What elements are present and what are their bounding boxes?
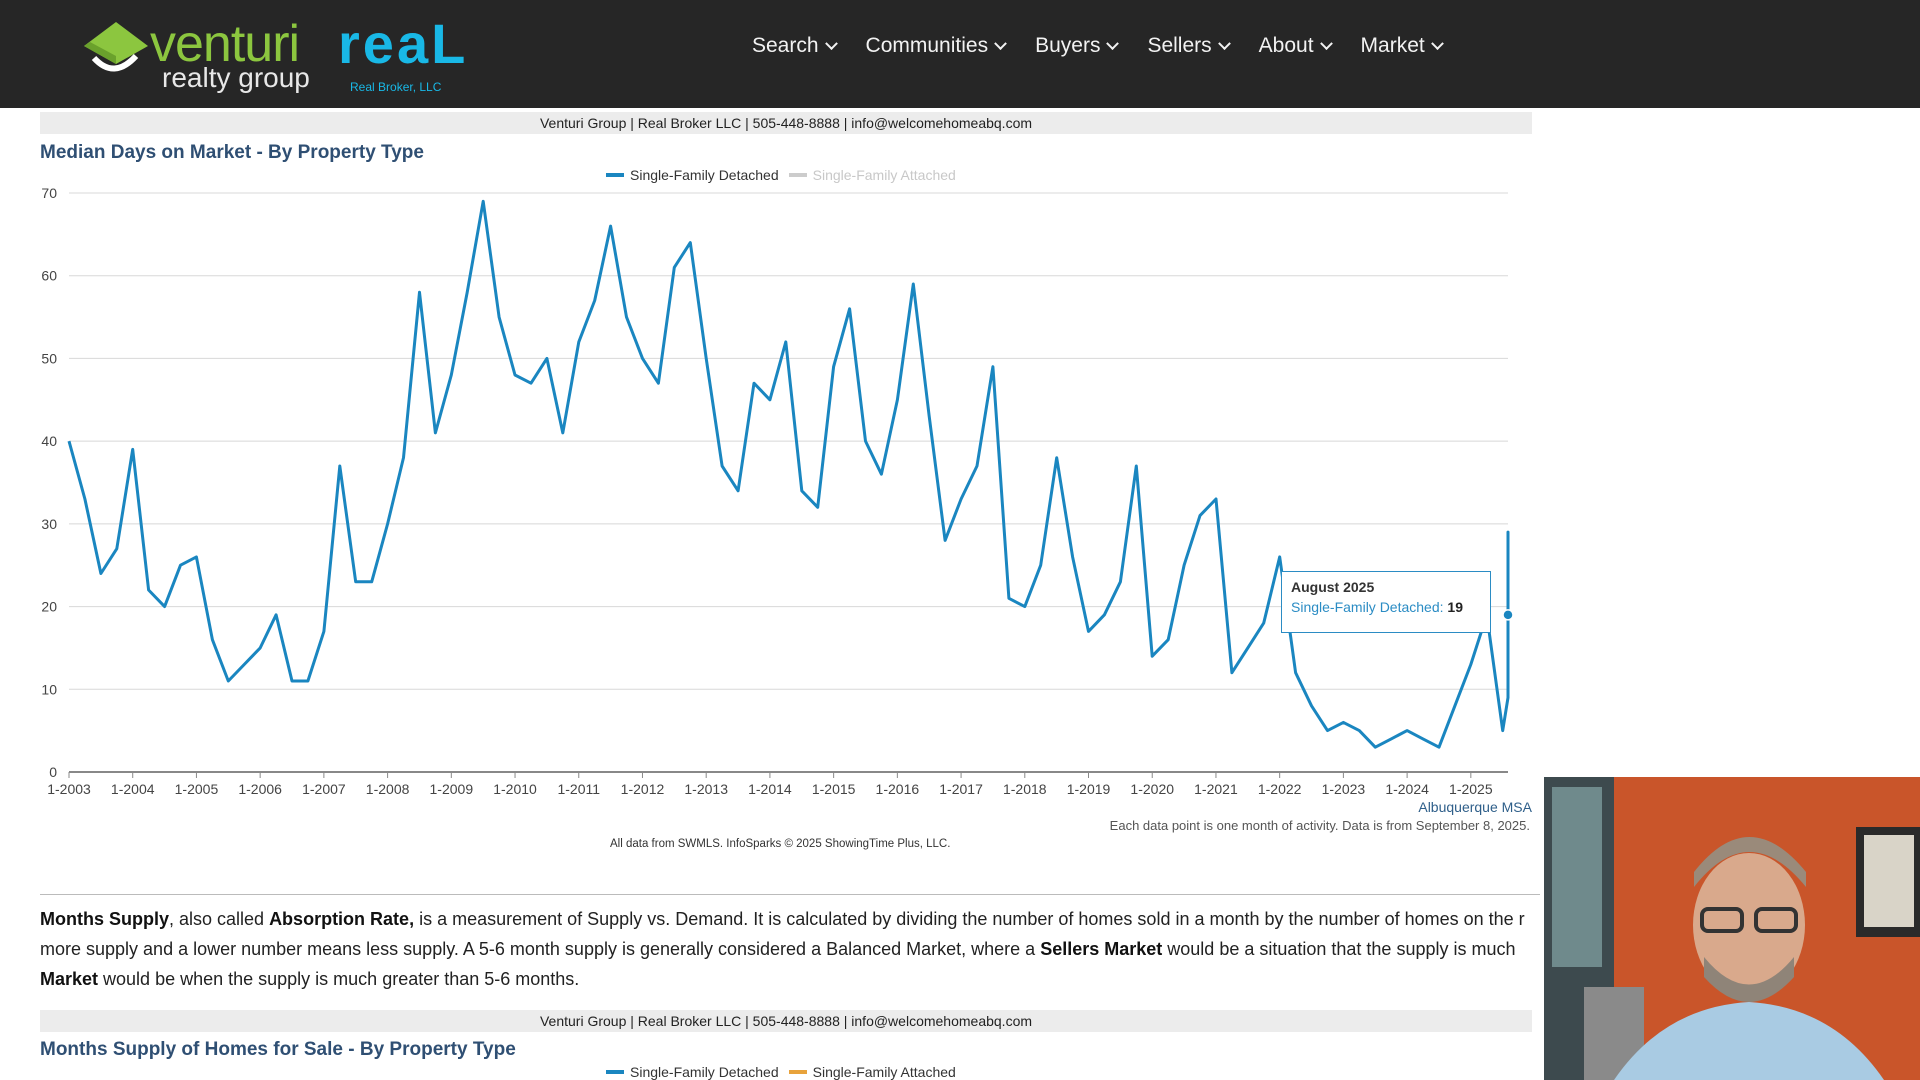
para-text: would be when the supply is much greater… [98,969,580,989]
y-tick-label: 60 [41,268,57,284]
house-logo-icon [84,22,148,72]
x-tick-label: 1-2014 [748,781,792,797]
x-tick-label: 1-2018 [1003,781,1047,797]
legend-swatch [788,1070,807,1074]
nav-search-label: Search [752,34,819,57]
chevron-down-icon [1319,36,1333,50]
x-tick-label: 1-2004 [111,781,155,797]
nav-buyers-label: Buyers [1035,34,1101,57]
x-tick-label: 1-2003 [47,781,91,797]
x-tick-label: 1-2024 [1385,781,1429,797]
nav-about[interactable]: About [1258,34,1333,58]
chevron-down-icon [824,36,838,50]
para-term-months-supply: Months Supply [40,909,169,929]
days-on-market-chart: 0 10 20 30 40 50 60 70 1-2003 1-2004 1-2005 1-2006 1… [41,185,1514,797]
site-logo[interactable]: venturi realty group reaL Real Broker, L… [84,16,465,98]
nav-sellers-label: Sellers [1147,34,1212,57]
y-tick-label: 20 [41,599,57,615]
x-tick-label: 1-2021 [1194,781,1238,797]
presenter-webcam [1544,777,1920,1080]
para-term-sellers-market: Sellers Market [1040,939,1163,959]
chart1-title: Median Days on Market - By Property Type [40,142,424,163]
x-tick-label: 1-2011 [557,781,600,797]
chart2-title: Months Supply of Homes for Sale - By Pro… [40,1039,516,1060]
logo-real-text: reaL [338,12,469,75]
tooltip-date: August 2025 [1291,579,1375,595]
x-tick-label: 1-2019 [1067,781,1111,797]
nav-sellers[interactable]: Sellers [1147,34,1231,58]
data-point-highlight [1502,609,1514,621]
y-tick-label: 50 [41,350,57,366]
x-tick-label: 1-2012 [621,781,665,797]
tooltip-value: 19 [1447,599,1463,615]
legend-swatch [606,173,624,177]
chart1-region: Albuquerque MSA [1418,799,1532,815]
nav-about-label: About [1258,34,1314,57]
x-tick-label: 1-2009 [430,781,474,797]
legend-item-detached[interactable]: Single-Family Detached [606,1064,779,1080]
divider [40,894,1540,895]
x-tick-label: 1-2023 [1322,781,1366,797]
chevron-down-icon [1430,36,1444,50]
legend-label: Single-Family Detached [630,1064,779,1080]
x-tick-label: 1-2015 [812,781,856,797]
y-tick-label: 10 [41,681,57,697]
legend-swatch [788,173,807,177]
x-tick-label: 1-2020 [1130,781,1174,797]
x-tick-label: 1-2010 [493,781,537,797]
chart1-contact-bar: Venturi Group | Real Broker LLC | 505-44… [40,112,1532,134]
y-tick-label: 0 [49,764,57,780]
months-supply-paragraph: Months Supply, also called Absorption Ra… [40,904,1540,994]
nav-market-label: Market [1360,34,1425,57]
y-tick-label: 70 [41,185,57,201]
nav-search[interactable]: Search [752,34,838,58]
x-tick-label: 1-2025 [1449,781,1493,797]
x-tick-label: 1-2022 [1258,781,1302,797]
chart2-contact-bar: Venturi Group | Real Broker LLC | 505-44… [40,1010,1532,1032]
nav-communities-label: Communities [865,34,989,57]
presenter-video-image [1544,777,1920,1080]
series-line-single-family-detached [67,199,1510,749]
legend-label: Single-Family Attached [812,1064,956,1080]
chevron-down-icon [1217,36,1231,50]
chart2-legend: Single-Family Detached Single-Family Att… [606,1064,966,1080]
x-tick-label: 1-2016 [876,781,920,797]
x-tick-label: 1-2013 [684,781,728,797]
y-tick-label: 40 [41,433,57,449]
x-tick-label: 1-2017 [939,781,983,797]
nav-communities[interactable]: Communities [865,34,1007,58]
logo-real-broker-text: Real Broker, LLC [350,80,442,94]
legend-item-attached[interactable]: Single-Family Attached [788,1064,956,1080]
para-text: would be a situation that the supply is … [1162,939,1516,959]
para-term-market: Market [40,969,99,989]
chevron-down-icon [994,36,1007,50]
chart1-note: Each data point is one month of activity… [1109,818,1530,833]
x-tick-label: 1-2007 [302,781,346,797]
x-tick-label: 1-2008 [366,781,410,797]
para-text: more supply and a lower number means les… [40,939,1041,959]
para-text: is a measurement of Supply vs. Demand. I… [414,909,1525,929]
legend-swatch [606,1070,624,1074]
logo-realty-group-text: realty group [162,62,310,93]
chart1-source: All data from SWMLS. InfoSparks © 2025 S… [610,838,951,850]
main-nav: Search Communities Buyers Sellers About … [752,34,1472,58]
site-header: venturi realty group reaL Real Broker, L… [0,0,1920,108]
para-term-absorption: Absorption Rate, [269,909,415,929]
y-tick-label: 30 [41,516,57,532]
x-tick-label: 1-2005 [175,781,219,797]
nav-market[interactable]: Market [1360,34,1444,58]
tooltip-series: Single-Family Detached: [1291,599,1444,615]
chart-tooltip: August 2025 Single-Family Detached: 19 [1281,571,1491,633]
x-tick-label: 1-2006 [238,781,282,797]
para-text: , also called [169,909,270,929]
nav-buyers[interactable]: Buyers [1035,34,1120,58]
chevron-down-icon [1106,36,1120,50]
